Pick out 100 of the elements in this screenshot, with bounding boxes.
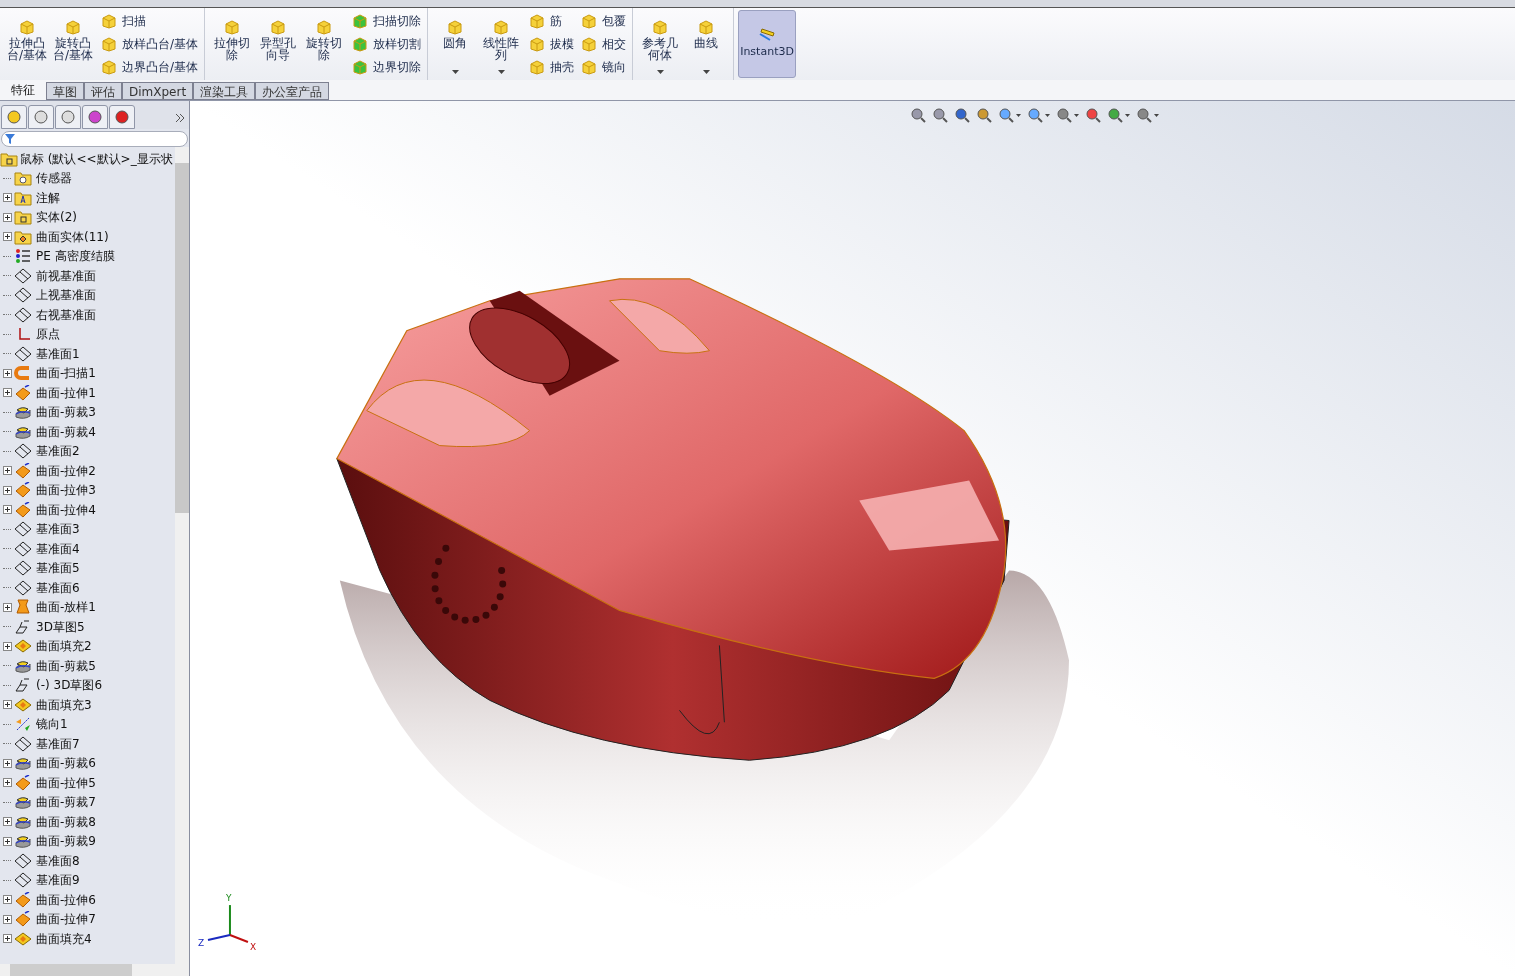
tree-item[interactable]: 右视基准面 [36,305,96,324]
ribbon-button[interactable]: 圆角 [432,8,479,80]
tab[interactable]: DimXpert [122,82,194,100]
chevron-icon[interactable] [175,113,185,123]
expand-icon[interactable] [2,700,12,710]
tree-item[interactable]: 曲面-剪裁6 [36,754,96,773]
ribbon-button[interactable]: 异型孔向导 [255,8,302,80]
ribbon-button[interactable]: 扫描切除 [351,12,422,31]
panel-tab[interactable] [1,105,27,129]
ribbon-button[interactable]: 旋转切除 [301,8,348,80]
expand-icon[interactable] [2,232,12,242]
tree-item[interactable]: 曲面-拉伸2 [36,461,96,480]
panel-tab[interactable] [82,105,108,129]
expand-icon[interactable] [2,778,12,788]
tree-item[interactable]: 基准面5 [36,559,80,578]
tree-item[interactable]: 基准面1 [36,344,80,363]
ribbon-button[interactable]: 相交 [580,35,627,53]
tree-item[interactable]: 实体(2) [36,208,77,227]
panel-tab[interactable] [28,105,54,129]
expand-icon[interactable] [2,212,12,222]
tree-item[interactable]: 3D草图5 [36,617,85,636]
ribbon-button[interactable]: 镜向 [580,57,627,76]
expand-icon[interactable] [2,388,12,398]
tree-item[interactable]: 传感器 [36,169,72,188]
expand-icon[interactable] [2,505,12,515]
scrollbar[interactable] [175,147,189,964]
expand-icon[interactable] [2,836,12,846]
tree-item[interactable]: 曲面-放样1 [36,598,96,617]
tree-item[interactable]: 曲面-拉伸5 [36,773,96,792]
tree-item[interactable]: (-) 3D草图6 [36,676,103,695]
view-tool-icon[interactable] [1136,107,1152,123]
ribbon-button[interactable]: 边界凸台/基体 [100,57,199,76]
caret-icon[interactable] [1045,113,1050,117]
tree-item[interactable]: 曲面-扫描1 [36,364,96,383]
view-tool-icon[interactable] [1085,107,1101,123]
ribbon-button[interactable]: 抽壳 [528,57,575,76]
tree-item[interactable]: 前视基准面 [36,266,96,285]
expand-icon[interactable] [2,934,12,944]
tree-item[interactable]: 基准面8 [36,851,80,870]
tree-item[interactable]: 上视基准面 [36,286,96,305]
tree-item[interactable]: 曲面-剪裁4 [36,422,96,441]
tree-item[interactable]: 原点 [36,325,60,344]
tree-item[interactable]: 曲面-剪裁3 [36,403,96,422]
expand-icon[interactable] [2,914,12,924]
tree-item[interactable]: PE 高密度结膜 [36,247,115,266]
view-tool-icon[interactable] [932,107,948,123]
expand-icon[interactable] [2,817,12,827]
view-tool-icon[interactable] [1027,107,1043,123]
ribbon-button[interactable]: 拔模 [528,35,575,53]
ribbon-button[interactable]: 拉伸切除 [209,8,256,80]
ribbon-button[interactable]: 旋转凸台/基体 [50,8,96,80]
tree-item[interactable]: 曲面-拉伸4 [36,500,96,519]
tab[interactable]: 评估 [84,82,122,100]
tree-item[interactable]: 注解 [36,188,60,207]
filter-field[interactable] [1,131,188,147]
tab[interactable]: 办公室产品 [255,82,330,100]
ribbon-button[interactable]: 放样切割 [351,35,422,53]
ribbon-button[interactable]: 拉伸凸台/基体 [4,8,50,80]
tree-item[interactable]: 曲面-拉伸7 [36,910,96,929]
ribbon-button[interactable]: 筋 [528,12,575,31]
tree-item[interactable]: 曲面-拉伸6 [36,890,96,909]
tree-item[interactable]: 曲面填充4 [36,929,92,948]
tab[interactable]: 草图 [46,82,84,100]
expand-icon[interactable] [2,193,12,203]
ribbon-button[interactable]: 包覆 [580,12,627,31]
ribbon-button[interactable]: 线性阵列 [478,8,525,80]
expand-icon[interactable] [2,466,12,476]
tab[interactable]: 渲染工具 [193,82,256,100]
tree-item[interactable]: 曲面-拉伸3 [36,481,96,500]
tree-item[interactable]: 曲面实体(11) [36,227,109,246]
view-tool-icon[interactable] [1056,107,1072,123]
expand-icon[interactable] [2,485,12,495]
tree-item[interactable]: 曲面-剪裁9 [36,832,96,851]
tree-item[interactable]: 基准面9 [36,871,80,890]
expand-icon[interactable] [2,758,12,768]
expand-icon[interactable] [2,641,12,651]
view-tool-icon[interactable] [1107,107,1123,123]
tree-item[interactable]: 曲面-剪裁5 [36,656,96,675]
ribbon-button[interactable]: 放样凸台/基体 [100,35,199,53]
view-tool-icon[interactable] [998,107,1014,123]
tree-item[interactable]: 曲面-剪裁7 [36,793,96,812]
caret-icon[interactable] [1125,113,1130,117]
panel-tab[interactable] [109,105,135,129]
ribbon-button[interactable]: 参考几何体 [637,8,684,80]
view-tool-icon[interactable] [954,107,970,123]
tree-item[interactable]: 基准面3 [36,520,80,539]
tree-item[interactable]: 镜向1 [36,715,68,734]
instant3d-button[interactable]: Instant3D [738,10,797,78]
ribbon-button[interactable]: 曲线 [683,8,730,80]
view-tool-icon[interactable] [976,107,992,123]
tree-root-label[interactable]: 鼠标 (默认<<默认>_显示状 [20,149,173,168]
panel-tab[interactable] [55,105,81,129]
expand-icon[interactable] [2,368,12,378]
tree-item[interactable]: 基准面4 [36,539,80,558]
ribbon-button[interactable]: 扫描 [100,12,199,31]
caret-icon[interactable] [1016,113,1021,117]
view-tool-icon[interactable] [910,107,926,123]
ribbon-button[interactable]: 边界切除 [351,57,422,76]
tree-item[interactable]: 曲面填充3 [36,695,92,714]
horizontal-scrollbar[interactable] [0,964,189,976]
